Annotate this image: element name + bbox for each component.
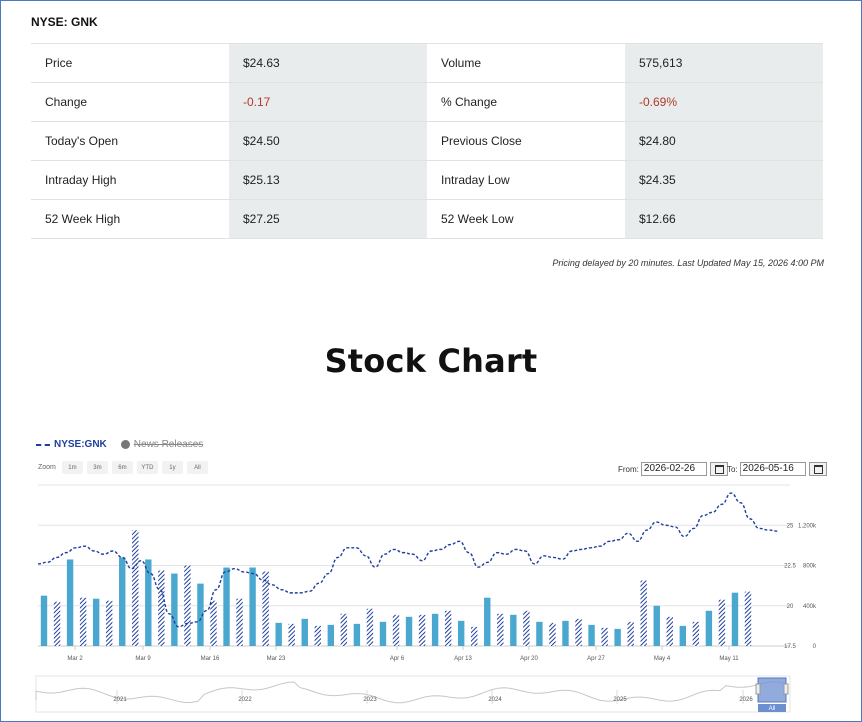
volume-bar[interactable] [471,626,478,646]
volume-bar[interactable] [614,628,621,646]
volume-bar[interactable] [223,567,230,646]
volume-bar[interactable] [627,621,634,646]
volume-bar[interactable] [640,580,647,646]
volume-bar[interactable] [484,597,491,646]
x-tick-label: Apr 27 [587,656,605,662]
volume-bar[interactable] [66,559,74,646]
x-tick-label: Mar 16 [201,656,220,662]
price-tick-label: 25 [787,523,794,529]
volume-bar[interactable] [601,627,608,646]
volume-tick-label: 1,200k [798,523,817,529]
volume-bar[interactable] [171,573,178,646]
price-tick-label: 22.5 [784,564,796,570]
navigator-handle-right[interactable] [783,683,789,695]
volume-bar[interactable] [301,618,308,646]
volume-bar[interactable] [405,616,413,646]
navigator-handle-left[interactable] [755,683,761,695]
volume-bar[interactable] [288,623,295,646]
volume-bar[interactable] [510,614,517,646]
volume-bar[interactable] [92,598,100,646]
volume-bar[interactable] [653,605,660,646]
volume-bar[interactable] [340,613,348,646]
navigator-year-label: 2021 [113,697,127,703]
volume-bar[interactable] [575,618,582,646]
volume-bar[interactable] [119,557,126,646]
volume-tick-label: 400k [803,604,817,610]
volume-bar[interactable] [53,601,61,646]
x-tick-label: Apr 13 [454,656,472,662]
volume-bar[interactable] [132,530,139,646]
volume-bar[interactable] [158,570,165,646]
volume-bar[interactable] [327,624,335,646]
navigator-year-label: 2023 [363,697,377,703]
x-tick-label: Mar 23 [267,656,286,662]
navigator-frame [35,675,791,713]
volume-tick-label: 0 [813,644,817,650]
volume-bar[interactable] [666,616,673,646]
volume-bar[interactable] [275,622,282,646]
volume-bar[interactable] [536,621,543,646]
volume-bar[interactable] [549,622,556,646]
stock-chart[interactable]: 17.5 20 22.5 25 0 400k 800k 1,200k Mar 2 Mar 9 Ma… [0,0,862,722]
volume-bar[interactable] [392,614,400,646]
volume-bar[interactable] [497,613,504,646]
x-tick-label: Mar 2 [67,656,83,662]
volume-bar[interactable] [366,608,374,646]
volume-bar[interactable] [249,567,256,646]
volume-bar[interactable] [705,610,713,646]
x-tick-label: Apr 20 [520,656,538,662]
navigator-year-label: 2024 [488,697,502,703]
navigator-year-label: 2022 [238,697,252,703]
volume-bar[interactable] [523,610,530,646]
volume-tick-label: 800k [803,564,817,570]
volume-bar[interactable] [418,614,426,646]
volume-bar[interactable] [314,625,321,646]
volume-bar[interactable] [744,591,752,646]
volume-bar[interactable] [40,595,48,646]
volume-bar[interactable] [588,624,595,646]
volume-bar[interactable] [105,600,113,646]
navigator-selection[interactable] [757,677,787,703]
volume-bar[interactable] [731,592,739,646]
volume-bar[interactable] [679,625,687,646]
price-tick-label: 20 [787,604,794,610]
volume-bar[interactable] [79,597,87,646]
volume-bar[interactable] [444,610,452,646]
navigator-year-label: 2025 [613,697,627,703]
volume-bar[interactable] [562,620,569,646]
volume-bar[interactable] [457,620,465,646]
volume-bar[interactable] [184,565,191,647]
x-tick-label: May 11 [719,656,739,662]
navigator-year-label: 2026 [739,697,753,703]
volume-bar[interactable] [431,613,439,646]
navigator-all-label: All [769,706,776,712]
x-tick-label: Mar 9 [135,656,151,662]
volume-bar[interactable] [692,621,700,646]
x-tick-label: Apr 6 [390,656,405,662]
volume-bar[interactable] [210,600,217,646]
volume-bar[interactable] [262,571,269,646]
volume-bar[interactable] [379,621,387,646]
x-tick-label: May 4 [654,656,671,662]
volume-bar[interactable] [718,599,726,646]
volume-bar[interactable] [236,598,243,646]
price-tick-label: 17.5 [784,644,796,650]
volume-bar[interactable] [353,623,361,646]
